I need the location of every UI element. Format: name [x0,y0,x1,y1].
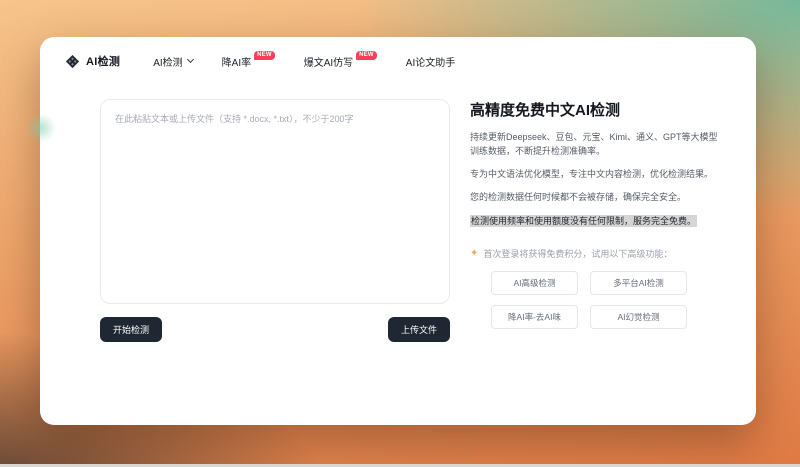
text-input[interactable] [100,99,450,304]
start-detect-button[interactable]: 开始检测 [100,317,163,342]
info-paragraph: 持续更新Deepseek、豆包、元宝、Kimi、通义、GPT等大模型训练数据，不… [470,132,718,156]
detect-panel: 开始检测 上传文件 [100,99,450,342]
new-badge: NEW [254,50,275,60]
feature-multi-platform-detect[interactable]: 多平台AI检测 [590,271,687,296]
highlight-paragraph: 检测使用频率和使用额度没有任何限制，服务完全免费。 [470,214,726,228]
chevron-down-icon [186,55,194,63]
nav-item-label: 爆文AI仿写 [303,57,354,69]
main-card: AI检测 AI检测 降AI率 NEW 爆文AI仿写 NEW AI论文助手 在此粘… [26,37,756,425]
feature-reduce-ai-flavor[interactable]: 降AI率-去AI味 [491,305,578,330]
info-panel: 高精度免费中文AI检测 持续更新Deepseek、豆包、元宝、Kimi、通义、G… [470,99,726,342]
feature-buttons: AI高级检测 多平台AI检测 降AI率-去AI味 AI幻觉检测 [491,271,726,330]
action-row: 开始检测 上传文件 [100,317,450,342]
nav-item-viral-rewrite[interactable]: 爆文AI仿写 NEW [303,50,377,69]
brand-title: AI检测 [86,56,121,68]
promo-text: 首次登录将获得免费积分，试用以下高级功能： [483,249,673,260]
nav-item-ai-detect[interactable]: AI检测 [153,54,194,69]
info-paragraph: 您的检测数据任何时候都不会被存储，确保完全安全。 [470,191,687,202]
nav-items: AI检测 降AI率 NEW 爆文AI仿写 NEW AI论文助手 [153,50,455,69]
nav-item-label: AI检测 [153,57,183,69]
info-paragraph: 专为中文语法优化模型，专注中文内容检测，优化检测结果。 [470,168,714,179]
nav-item-reduce-ai-rate[interactable]: 降AI率 NEW [221,50,275,69]
nav-item-ai-paper-assistant[interactable]: AI论文助手 [406,54,455,69]
highlight-text: 检测使用频率和使用额度没有任何限制，服务完全免费。 [470,214,698,227]
promo-line: ✦ 首次登录将获得免费积分，试用以下高级功能： [470,247,726,260]
nav-item-label: 降AI率 [221,57,252,69]
brand[interactable]: AI检测 [65,53,120,69]
upload-file-button[interactable]: 上传文件 [387,317,450,342]
top-nav: AI检测 AI检测 降AI率 NEW 爆文AI仿写 NEW AI论文助手 [40,37,756,69]
new-badge: NEW [356,50,377,60]
feature-ai-hallucination-detect[interactable]: AI幻觉检测 [590,305,687,330]
feature-ai-advanced-detect[interactable]: AI高级检测 [491,271,578,296]
main-content: 开始检测 上传文件 高精度免费中文AI检测 持续更新Deepseek、豆包、元宝… [40,69,756,342]
nav-item-label: AI论文助手 [405,57,456,69]
sparkle-icon: ✦ [470,247,479,259]
brand-diamond-icon [65,54,80,69]
page-title: 高精度免费中文AI检测 [470,102,621,119]
